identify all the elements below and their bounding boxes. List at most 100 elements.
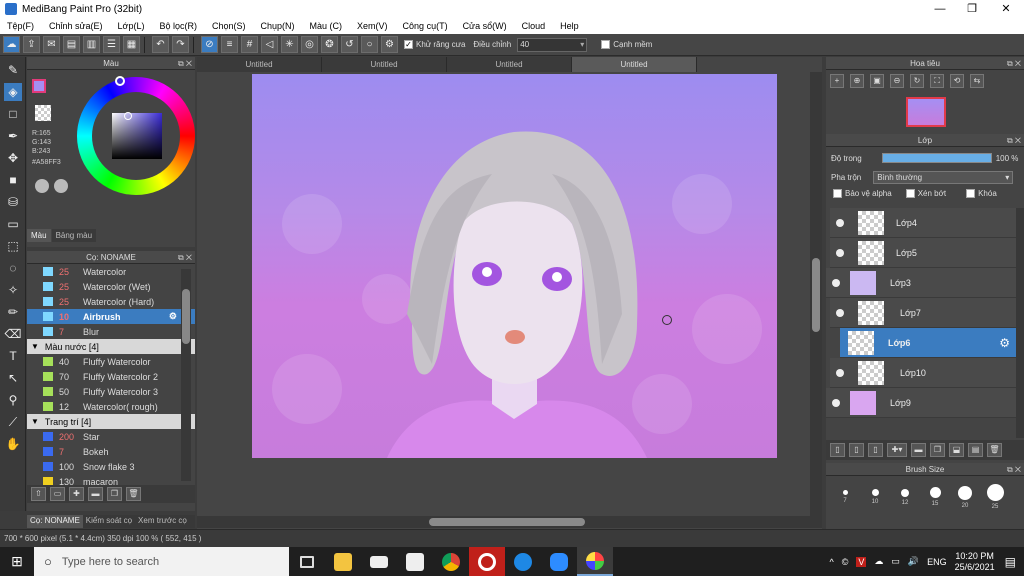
brush-size-option[interactable]: 20: [950, 482, 980, 512]
clock[interactable]: 10:20 PM 25/6/2021: [955, 551, 995, 573]
menu-edit[interactable]: Chỉnh sửa(E): [42, 21, 111, 31]
maximize-button[interactable]: ❐: [956, 0, 988, 18]
brush-item[interactable]: 7 Blur: [27, 324, 195, 339]
delete-layer-icon[interactable]: 🗑: [987, 443, 1002, 457]
transparent-swatch[interactable]: [35, 105, 51, 121]
brush-size-option[interactable]: 7: [830, 482, 860, 512]
layer-row[interactable]: Lớp10: [830, 358, 1016, 388]
canvas-horizontal-scrollbar[interactable]: [197, 516, 822, 528]
visibility-eye-icon[interactable]: [832, 399, 840, 407]
palette-icon[interactable]: [35, 179, 49, 193]
tab-brush-control[interactable]: Kiểm soát cọ: [83, 515, 135, 528]
new-brush-icon[interactable]: ▭: [50, 487, 65, 501]
horizontal-scroll-thumb[interactable]: [429, 518, 585, 526]
menu-color[interactable]: Màu (C): [303, 21, 351, 31]
upload-icon[interactable]: ⇪: [23, 36, 40, 53]
brush-scroll-thumb[interactable]: [182, 289, 190, 344]
visibility-eye-icon[interactable]: [832, 279, 840, 287]
palette-add-icon[interactable]: [54, 179, 68, 193]
save-icon[interactable]: ▥: [83, 36, 100, 53]
menu-cloud[interactable]: Cloud: [515, 21, 554, 31]
tray-cloud-icon[interactable]: ☁: [874, 556, 883, 567]
clipping-checkbox[interactable]: [905, 188, 915, 198]
undo-icon[interactable]: ↶: [152, 36, 169, 53]
layer-row[interactable]: Lớp5: [830, 238, 1016, 268]
canvas-vertical-scrollbar[interactable]: [810, 72, 822, 516]
operation-tool-icon[interactable]: ↖: [4, 369, 22, 387]
menu-help[interactable]: Help: [553, 21, 587, 31]
comment-icon[interactable]: ✉: [43, 36, 60, 53]
sv-handle[interactable]: [124, 112, 132, 120]
panel-close-icon[interactable]: ⧉ ✕: [1007, 57, 1021, 70]
new-layer-icon[interactable]: ▯: [830, 443, 845, 457]
expand-arrow-icon[interactable]: ▼: [31, 342, 39, 351]
add-brush-icon[interactable]: ✚: [69, 487, 84, 501]
menu-select[interactable]: Chọn(S): [205, 21, 254, 31]
reset-icon[interactable]: ⟲: [950, 74, 964, 88]
brush-size-option[interactable]: 10: [860, 482, 890, 512]
layer-row[interactable]: Lớp4: [830, 208, 1016, 238]
brush-size-option[interactable]: 12: [890, 482, 920, 512]
fill-shape-icon[interactable]: ■: [4, 171, 22, 189]
rasterize-icon[interactable]: ▤: [968, 443, 983, 457]
menu-filter[interactable]: Bộ lọc(R): [152, 21, 205, 31]
brush-size-option[interactable]: 15: [920, 482, 950, 512]
gradient-tool-icon[interactable]: ▭: [4, 215, 22, 233]
brush-item[interactable]: 25 Watercolor: [27, 264, 195, 279]
layer-row-selected[interactable]: Lớp6 ⚙: [840, 328, 1016, 358]
select-rect-icon[interactable]: ⬚: [4, 237, 22, 255]
menu-view[interactable]: Xem(V): [350, 21, 396, 31]
windows-start-icon[interactable]: ⊞: [0, 547, 34, 576]
message-icon[interactable]: ▤: [63, 36, 80, 53]
task-view-icon[interactable]: [289, 547, 325, 576]
tab-brush[interactable]: Cọ: NONAME: [27, 515, 83, 528]
circle-snap-icon[interactable]: ◎: [301, 36, 318, 53]
tray-chevron-icon[interactable]: ^: [829, 557, 833, 567]
snap-off-icon[interactable]: ⊘: [201, 36, 218, 53]
medibang-icon[interactable]: [577, 547, 613, 576]
duplicate-icon[interactable]: ❐: [107, 487, 122, 501]
select-pen-icon[interactable]: ✏: [4, 303, 22, 321]
rotate-icon[interactable]: ↻: [910, 74, 924, 88]
expand-arrow-icon[interactable]: ▼: [31, 417, 39, 426]
brush-item[interactable]: 25 Watercolor (Wet): [27, 279, 195, 294]
file-explorer-icon[interactable]: [325, 547, 361, 576]
opera-icon[interactable]: [469, 547, 505, 576]
panel-close-icon[interactable]: ⧉ ✕: [1007, 463, 1021, 476]
new-halftone-layer-icon[interactable]: ▯: [868, 443, 883, 457]
vertical-scroll-thumb[interactable]: [812, 258, 820, 332]
network-icon[interactable]: ▭: [891, 556, 900, 567]
brush-group-header[interactable]: ▼ Trang trí [4]: [27, 414, 195, 429]
brush-item[interactable]: 200 Star: [27, 429, 195, 444]
lock-checkbox[interactable]: [966, 188, 976, 198]
brush-item[interactable]: 12 Watercolor( rough): [27, 399, 195, 414]
delete-brush-icon[interactable]: 🗑: [126, 487, 141, 501]
ellipse-icon[interactable]: ○: [361, 36, 378, 53]
folder-icon[interactable]: ▬: [88, 487, 103, 501]
foreground-color-swatch[interactable]: [32, 79, 46, 93]
brush-scrollbar[interactable]: [181, 269, 191, 481]
panel-close-icon[interactable]: ⧉ ✕: [1007, 134, 1021, 147]
tray-vivaldi-icon[interactable]: V: [856, 556, 867, 567]
rectangle-tool-icon[interactable]: □: [4, 105, 22, 123]
notification-icon[interactable]: ▤: [1005, 555, 1016, 569]
gear-icon[interactable]: ⚙: [381, 36, 398, 53]
flip-icon[interactable]: ⇆: [970, 74, 984, 88]
taskbar-search[interactable]: ○ Type here to search: [34, 547, 289, 576]
brush-item[interactable]: 40 Fluffy Watercolor: [27, 354, 195, 369]
brush-item[interactable]: 7 Bokeh: [27, 444, 195, 459]
pen-tool-icon[interactable]: ✒: [4, 127, 22, 145]
brush-size-option[interactable]: 25: [980, 482, 1010, 512]
parallel-snap-icon[interactable]: ≡: [221, 36, 238, 53]
tab-palette[interactable]: Bảng màu: [51, 229, 97, 242]
eyedropper-icon[interactable]: ⚲: [4, 391, 22, 409]
close-button[interactable]: ✕: [990, 0, 1022, 18]
menu-layer[interactable]: Lớp(L): [111, 21, 153, 31]
brush-item[interactable]: 50 Fluffy Watercolor 3: [27, 384, 195, 399]
smooth-edge-checkbox[interactable]: [601, 40, 611, 49]
tab-brush-preview[interactable]: Xem trước cọ: [135, 515, 190, 528]
edge-icon[interactable]: [505, 547, 541, 576]
move-tool-icon[interactable]: ✥: [4, 149, 22, 167]
new-layer-copy-icon[interactable]: ▯: [849, 443, 864, 457]
bucket-tool-icon[interactable]: ⛁: [4, 193, 22, 211]
